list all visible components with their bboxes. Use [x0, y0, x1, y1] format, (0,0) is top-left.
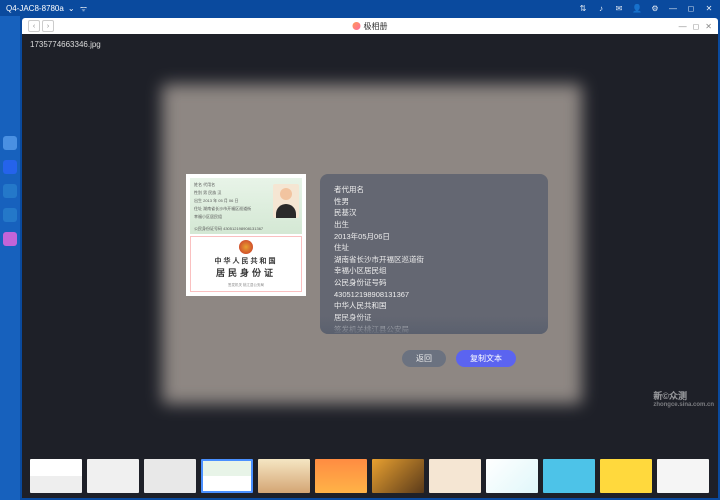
id-photo: [273, 184, 299, 218]
dock-sidebar: [0, 16, 20, 500]
thumbnail-selected[interactable]: [201, 459, 253, 493]
app-logo-icon: [353, 22, 361, 30]
wifi-icon: ᯤ: [79, 3, 89, 13]
image-viewer: 1735774663346.jpg 姓名 代用名 性别 男 民族 汉 出生 20…: [22, 34, 718, 454]
id-number-line: 公民身份证号码 430512198908131367: [194, 226, 298, 232]
modal-buttons: 返回 复制文本: [402, 350, 516, 367]
ocr-line: 430512198908131367: [334, 289, 534, 301]
filename-label: 1735774663346.jpg: [30, 40, 101, 49]
dock-app-1[interactable]: [3, 136, 17, 150]
app-title: 极相册: [364, 21, 388, 32]
ocr-line: 中华人民共和国: [334, 300, 534, 312]
ocr-line: 住址: [334, 242, 534, 254]
ocr-line: 出生: [334, 219, 534, 231]
bell-icon[interactable]: ♪: [596, 3, 606, 13]
dock-app-3[interactable]: [3, 184, 17, 198]
copy-text-button[interactable]: 复制文本: [456, 350, 516, 367]
ocr-line: 幸福小区居民组: [334, 265, 534, 277]
transfer-icon[interactable]: ⇅: [578, 3, 588, 13]
user-icon[interactable]: 👤: [632, 3, 642, 13]
ocr-line: 2013年05月06日: [334, 231, 534, 243]
thumbnail[interactable]: [429, 459, 481, 493]
back-button[interactable]: 返回: [402, 350, 446, 367]
ocr-line: 者代用名: [334, 184, 534, 196]
thumbnail-strip[interactable]: [22, 454, 718, 498]
os-taskbar: Q4-JAC8-8780a ⌄ ᯤ ⇅ ♪ ✉ 👤 ⚙ — ◻ ✕: [0, 0, 720, 16]
ocr-line: 性男: [334, 196, 534, 208]
minimize-icon[interactable]: —: [668, 3, 678, 13]
app-window: ‹ › 极相册 — ◻ ✕ 1735774663346.jpg 姓名 代用名 性…: [22, 18, 718, 498]
host-dropdown-icon[interactable]: ⌄: [68, 4, 75, 13]
mail-icon[interactable]: ✉: [614, 3, 624, 13]
titlebar: ‹ › 极相册 — ◻ ✕: [22, 18, 718, 34]
ocr-line: 公民身份证号码: [334, 277, 534, 289]
window-close-icon[interactable]: ✕: [705, 22, 712, 31]
maximize-icon[interactable]: ◻: [686, 3, 696, 13]
thumbnail[interactable]: [87, 459, 139, 493]
id-card-front: 姓名 代用名 性别 男 民族 汉 出生 2013 年 05 月 06 日 住址 …: [190, 178, 302, 234]
nav-forward-button[interactable]: ›: [42, 20, 54, 32]
watermark-main: 新©众测: [653, 391, 687, 401]
id-back-title1: 中华人民共和国: [215, 256, 278, 266]
id-back-issuer: 签发机关 桃江县公安局: [228, 283, 264, 288]
nav-back-button[interactable]: ‹: [28, 20, 40, 32]
dock-app-4[interactable]: [3, 208, 17, 222]
thumbnail[interactable]: [30, 459, 82, 493]
window-minimize-icon[interactable]: —: [679, 22, 687, 31]
watermark-sub: zhongce.sina.com.cn: [653, 402, 714, 408]
thumbnail[interactable]: [657, 459, 709, 493]
dock-app-5[interactable]: [3, 232, 17, 246]
id-card-back: 中华人民共和国 居民身份证 签发机关 桃江县公安局: [190, 236, 302, 292]
window-maximize-icon[interactable]: ◻: [693, 22, 700, 31]
thumbnail[interactable]: [486, 459, 538, 493]
dock-app-2[interactable]: [3, 160, 17, 174]
thumbnail[interactable]: [372, 459, 424, 493]
ocr-line: 湖南省长沙市开福区巡道街: [334, 254, 534, 266]
panel-fade-mask: [320, 316, 548, 334]
ocr-modal: 姓名 代用名 性别 男 民族 汉 出生 2013 年 05 月 06 日 住址 …: [186, 174, 548, 334]
id-back-title2: 居民身份证: [216, 266, 276, 279]
ocr-line: 民基汉: [334, 207, 534, 219]
gear-icon[interactable]: ⚙: [650, 3, 660, 13]
thumbnail[interactable]: [258, 459, 310, 493]
host-label[interactable]: Q4-JAC8-8780a: [6, 4, 64, 13]
id-card-preview: 姓名 代用名 性别 男 民族 汉 出生 2013 年 05 月 06 日 住址 …: [186, 174, 306, 296]
close-icon[interactable]: ✕: [704, 3, 714, 13]
thumbnail[interactable]: [144, 459, 196, 493]
thumbnail[interactable]: [600, 459, 652, 493]
watermark: 新©众测 zhongce.sina.com.cn: [653, 389, 714, 408]
thumbnail[interactable]: [315, 459, 367, 493]
thumbnail[interactable]: [543, 459, 595, 493]
ocr-text-panel[interactable]: 者代用名 性男 民基汉 出生 2013年05月06日 住址 湖南省长沙市开福区巡…: [320, 174, 548, 334]
national-emblem-icon: [239, 240, 253, 254]
